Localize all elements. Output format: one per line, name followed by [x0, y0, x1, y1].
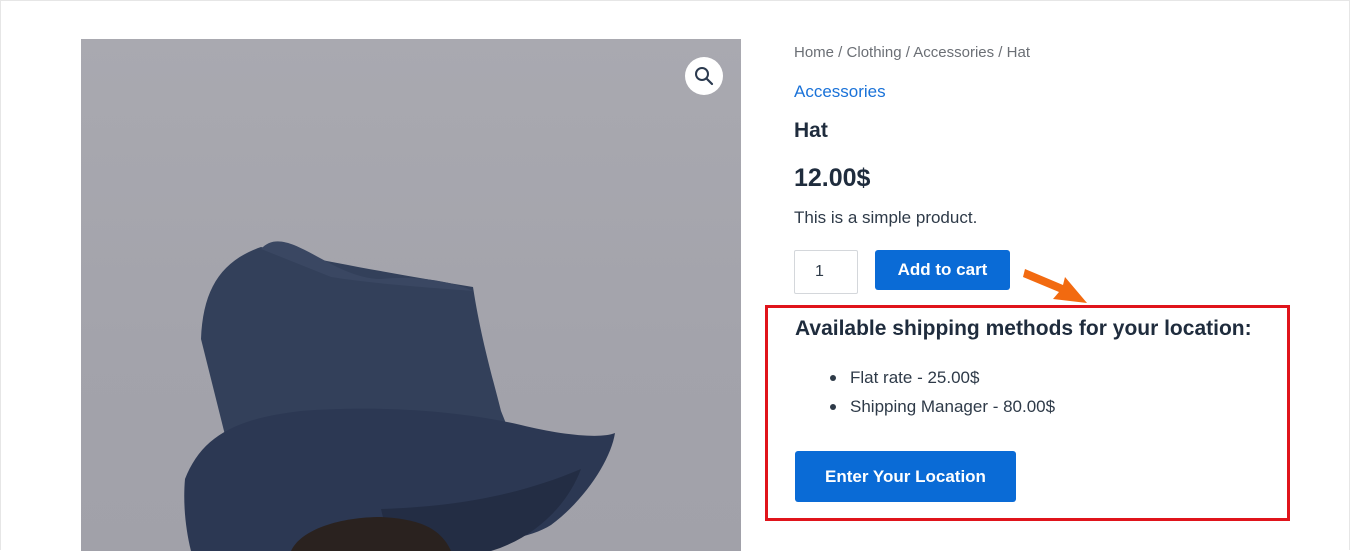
product-gallery	[81, 39, 741, 551]
quantity-input[interactable]	[794, 250, 858, 294]
zoom-button[interactable]	[685, 57, 723, 95]
product-category-link[interactable]: Accessories	[794, 82, 886, 102]
breadcrumb-separator: /	[834, 44, 847, 61]
enter-location-button[interactable]: Enter Your Location	[795, 451, 1016, 502]
product-title: Hat	[794, 119, 828, 142]
product-description: This is a simple product.	[794, 208, 978, 227]
shipping-methods-panel: Available shipping methods for your loca…	[765, 305, 1290, 521]
shipping-method-label: Shipping Manager - 80.00$	[850, 397, 1056, 416]
breadcrumb-current: Hat	[1006, 44, 1030, 61]
breadcrumb: Home / Clothing / Accessories / Hat	[794, 44, 1030, 61]
breadcrumb-home[interactable]: Home	[794, 44, 834, 61]
shipping-methods-title: Available shipping methods for your loca…	[795, 317, 1252, 340]
bullet-icon	[830, 375, 836, 381]
product-price: 12.00$	[794, 164, 871, 192]
list-item: Flat rate - 25.00$	[826, 366, 1055, 395]
magnifier-icon	[695, 67, 714, 86]
add-to-cart-button[interactable]: Add to cart	[875, 250, 1010, 290]
shipping-methods-list: Flat rate - 25.00$ Shipping Manager - 80…	[826, 366, 1055, 424]
product-image	[184, 241, 615, 551]
list-item: Shipping Manager - 80.00$	[826, 395, 1055, 424]
breadcrumb-clothing[interactable]: Clothing	[847, 44, 902, 61]
breadcrumb-separator: /	[901, 44, 914, 61]
shipping-method-label: Flat rate - 25.00$	[850, 368, 980, 387]
breadcrumb-accessories[interactable]: Accessories	[913, 44, 994, 61]
annotation-arrow-icon	[1023, 269, 1087, 303]
bullet-icon	[830, 404, 836, 410]
breadcrumb-separator: /	[994, 44, 1007, 61]
